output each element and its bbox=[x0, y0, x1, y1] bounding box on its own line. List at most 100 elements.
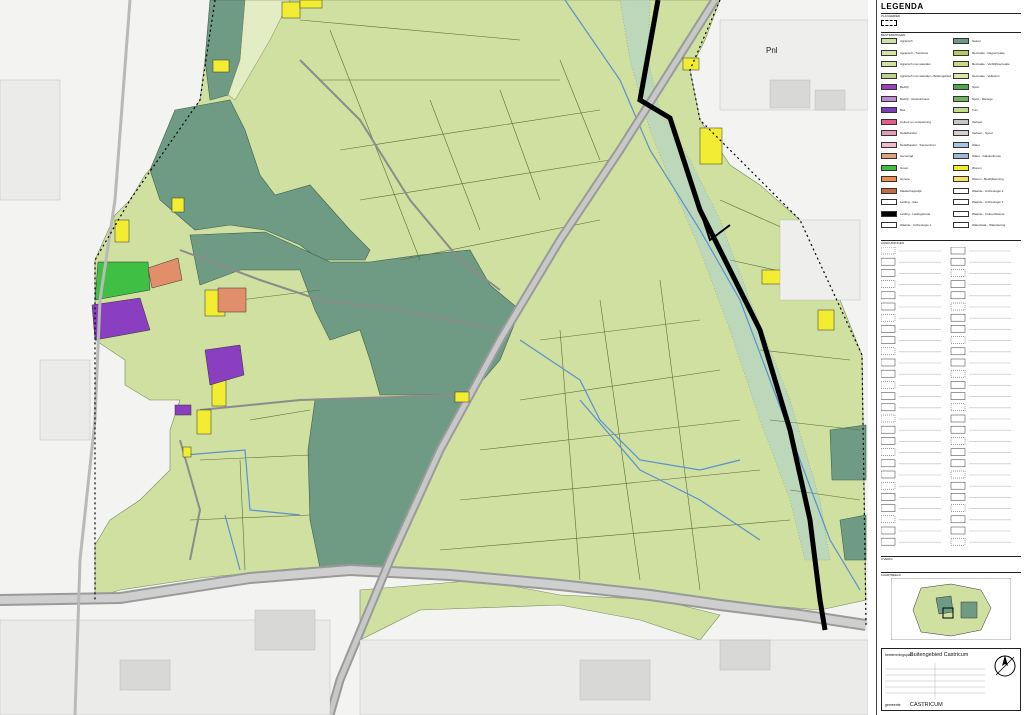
legend-zone-label: Gemengd bbox=[900, 154, 914, 158]
legend-indication-symbol bbox=[950, 392, 966, 400]
legend-zone-label: Maatschappelijk bbox=[900, 188, 922, 193]
legend-zone-swatch bbox=[881, 164, 897, 171]
legend-zone-swatch bbox=[881, 130, 897, 136]
legend-indication-symbol bbox=[881, 358, 896, 367]
legend-indication-symbol bbox=[881, 448, 896, 456]
legend-indication-symbol bbox=[950, 470, 966, 479]
legend-indication-symbol bbox=[881, 247, 896, 255]
legend-zone-label: Wonen bbox=[972, 165, 982, 170]
legend-indication-symbol bbox=[950, 336, 966, 344]
legend-title: LEGENDA bbox=[881, 2, 924, 11]
title-block-municipality: CASTRICUM bbox=[910, 702, 943, 708]
legend-zone-swatch bbox=[881, 153, 897, 159]
legend-zone-swatch bbox=[881, 61, 897, 67]
legend-indication-symbol bbox=[950, 504, 966, 512]
legend-indication-symbol bbox=[950, 269, 966, 277]
legend-zone-label: Water - Glastuinbouw bbox=[972, 154, 1001, 158]
legend-zone-label: Detailhandel bbox=[900, 131, 917, 135]
legend-zone-label: Horeca bbox=[900, 177, 910, 181]
legend-zone-label: Agrarisch met waarden bbox=[900, 62, 931, 66]
legend-zone-swatch bbox=[881, 141, 897, 148]
legend-zone-label: Waarde - Cultuurhistorie bbox=[972, 211, 1005, 216]
legend-indication-symbol bbox=[950, 403, 966, 412]
legend-indication-symbol bbox=[881, 257, 896, 266]
legend-zone-label: Agrarisch - Tuinbouw bbox=[900, 50, 929, 55]
legend-indication-symbol bbox=[950, 347, 966, 356]
legend-indication-symbol bbox=[950, 257, 966, 266]
legend-zone-swatch bbox=[953, 95, 969, 102]
legend-zone-label: Waarde - Archeologie 3 bbox=[972, 200, 1004, 204]
legend-zone-swatch bbox=[881, 84, 897, 90]
legend-zone-swatch bbox=[881, 107, 897, 113]
legend-zone-label: Sport bbox=[972, 85, 980, 89]
legend-zone-swatch bbox=[953, 107, 969, 113]
legend-zone-label: Verkeer - Spoor bbox=[972, 131, 994, 135]
legend-zone-swatch bbox=[953, 153, 969, 159]
legend-section-aanduidingen: AANDUIDINGEN bbox=[881, 240, 1021, 245]
legend-indication-symbol bbox=[881, 515, 896, 524]
legend-zone-swatch bbox=[953, 164, 969, 171]
legend-indication-symbol bbox=[950, 414, 966, 423]
legend-zone-label: Tuin bbox=[972, 108, 978, 112]
legend-indication-symbol bbox=[950, 291, 966, 300]
legend-indication-symbol bbox=[950, 425, 966, 434]
legend-zone-swatch bbox=[953, 187, 969, 194]
legend-indication-symbol bbox=[881, 526, 896, 535]
legend-zone-label: Wonen - Bedrijfswoning bbox=[972, 177, 1004, 181]
legend-zone-swatch bbox=[881, 95, 897, 102]
legend-zone-swatch bbox=[953, 49, 969, 56]
legend-section-bestemmingen: BESTEMMINGEN bbox=[881, 32, 1021, 37]
legend-zone-swatch bbox=[881, 187, 897, 194]
legend-indication-symbol bbox=[881, 403, 896, 412]
legend-indication-symbol bbox=[881, 493, 896, 501]
legend-zone-label: Bos bbox=[900, 108, 906, 112]
legend-indication-symbol bbox=[881, 347, 896, 356]
zoning-map bbox=[0, 0, 868, 715]
legend-zone-label: Agrarisch bbox=[900, 39, 913, 43]
legend-zone-swatch bbox=[881, 222, 897, 228]
legend-zone-label: Sport - Manege bbox=[972, 96, 993, 101]
legend-indication-symbol bbox=[881, 425, 896, 434]
legend-plan-boundary-swatch bbox=[881, 20, 897, 26]
legend-indication-symbol bbox=[950, 515, 966, 524]
legend-indication-symbol bbox=[881, 381, 896, 389]
legend-zone-label: Bedrijf bbox=[900, 85, 909, 89]
legend-indication-symbol bbox=[881, 369, 896, 378]
legend-indication-symbol bbox=[950, 381, 966, 389]
legend-zone-swatch bbox=[881, 72, 897, 79]
nature-zone bbox=[839, 514, 867, 561]
north-arrow-icon bbox=[994, 655, 1016, 677]
legend-zone-label: Verkeer bbox=[972, 119, 983, 124]
legend-indication-symbol bbox=[881, 269, 896, 277]
legend-indication-symbol bbox=[881, 291, 896, 300]
legend-indication-symbol bbox=[950, 493, 966, 501]
legend-zone-swatch bbox=[881, 176, 897, 182]
legend-section-plangebied: PLANGEBIED bbox=[881, 13, 1021, 18]
legend-indication-symbol bbox=[950, 302, 966, 311]
legend-zone-label: Leiding - Leidingstrook bbox=[900, 211, 931, 216]
legend-zone-swatch bbox=[953, 61, 969, 67]
legend-indication-symbol bbox=[881, 414, 896, 423]
legend-zone-swatch bbox=[953, 141, 969, 148]
legend-zone-label: Waterstaat - Waterkering bbox=[972, 223, 1006, 227]
legend-zone-swatch bbox=[953, 222, 969, 228]
legend-section-overig: OVERIG bbox=[881, 556, 1021, 561]
legend-zone-swatch bbox=[953, 210, 969, 217]
legend-indication-symbol bbox=[950, 280, 966, 288]
legend-zone-swatch bbox=[953, 38, 969, 44]
legend-zone-swatch bbox=[953, 130, 969, 136]
legend-zone-label: Detailhandel - Tuincentrum bbox=[900, 142, 936, 147]
legend-indication-symbol bbox=[950, 369, 966, 378]
legend-indication-symbol bbox=[881, 392, 896, 400]
legend-indication-symbol bbox=[881, 470, 896, 479]
legend-indication-symbol bbox=[950, 313, 966, 322]
legend-indication-symbol bbox=[950, 448, 966, 456]
legend-zone-swatch bbox=[881, 38, 897, 44]
legend-zone-swatch bbox=[881, 49, 897, 56]
legend-zone-swatch bbox=[881, 199, 897, 205]
map-canvas[interactable]: Pnl bbox=[0, 0, 868, 715]
title-block-plan-name: Buitengebied Castricum bbox=[910, 652, 969, 658]
legend-indication-symbol bbox=[950, 481, 966, 490]
legend-zone-label: Recreatie - Verblijfsrecreatie bbox=[972, 62, 1010, 66]
legend-zone-swatch bbox=[881, 210, 897, 217]
